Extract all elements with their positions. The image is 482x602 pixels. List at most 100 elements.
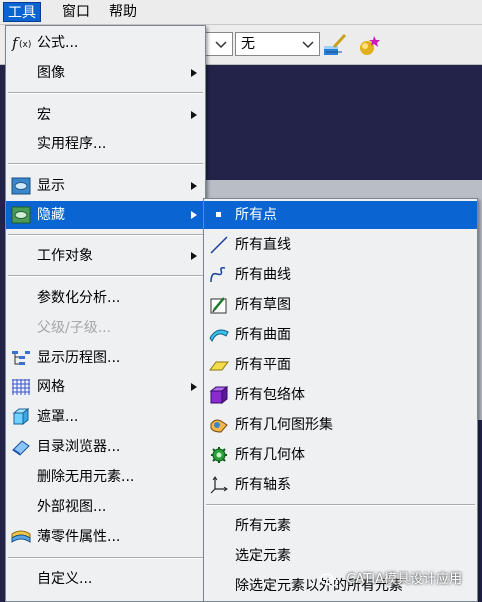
separator — [8, 92, 203, 94]
menu-tools[interactable]: 工具 — [3, 2, 41, 22]
submenu-arrow-icon — [191, 211, 197, 219]
submenu-item-label: 所有曲面 — [235, 327, 291, 343]
menu-item-label: 自定义... — [37, 571, 93, 587]
separator — [206, 504, 475, 506]
submenu-item-label: 所有平面 — [235, 357, 291, 373]
menu-item-image[interactable]: 图像 — [6, 59, 205, 87]
menu-item-macro[interactable]: 宏 — [6, 101, 205, 129]
menu-item-label: 参数化分析... — [37, 290, 121, 306]
menu-item-label: 图像 — [37, 65, 65, 81]
menu-item-catalog-browser[interactable]: 目录浏览器... — [6, 433, 205, 461]
menu-item-formula[interactable]: f (x) 公式... — [6, 29, 205, 57]
surface-icon — [209, 329, 229, 343]
menubar: 工具 窗口 帮助 — [0, 0, 482, 25]
menu-item-label: 外部视图... — [37, 499, 107, 515]
separator — [8, 275, 203, 277]
line-icon — [210, 236, 228, 254]
menu-item-label: 显示历程图... — [37, 350, 121, 366]
watermark: CATIA模具设计应用 — [320, 570, 462, 590]
menu-item-label: 删除无用元素... — [37, 469, 135, 485]
submenu-arrow-icon — [191, 182, 197, 190]
curve-icon — [210, 267, 226, 283]
submenu-item-label: 所有轴系 — [235, 477, 291, 493]
menu-item-mask[interactable]: 遮罩... — [6, 403, 205, 431]
menu-item-delete-unused[interactable]: 删除无用元素... — [6, 463, 205, 491]
submenu-item-all-lines[interactable]: 所有直线 — [204, 231, 477, 259]
menu-item-label: 工作对象 — [37, 248, 93, 264]
grid-icon — [12, 379, 30, 395]
brush-icon[interactable] — [322, 32, 348, 58]
book-icon — [12, 440, 30, 456]
menu-item-sheet-metal-props[interactable]: 薄零件属性... — [6, 523, 205, 551]
combo-value: 无 — [241, 36, 255, 52]
separator — [8, 163, 203, 165]
menu-item-external-view[interactable]: 外部视图... — [6, 493, 205, 521]
submenu-item-all-planes[interactable]: 所有平面 — [204, 351, 477, 379]
submenu-item-label: 所有元素 — [235, 518, 291, 534]
submenu-item-all-sketches[interactable]: 所有草图 — [204, 291, 477, 319]
menu-item-label: 网格 — [37, 379, 65, 395]
menu-item-label: 隐藏 — [37, 207, 65, 223]
show-icon — [11, 177, 31, 195]
hide-submenu: 所有点 所有直线 所有曲线 所有草图 所有曲面 所有平面 所有包络体 所有几何图… — [203, 198, 478, 602]
menu-item-grid[interactable]: 网格 — [6, 373, 205, 401]
sheet-metal-icon — [11, 530, 31, 543]
menu-help[interactable]: 帮助 — [105, 2, 141, 22]
separator — [8, 234, 203, 236]
cube-icon — [12, 408, 30, 426]
menu-item-label: 宏 — [37, 107, 51, 123]
svg-text:(x): (x) — [19, 40, 31, 50]
combo-left[interactable] — [203, 32, 233, 56]
axis-system-icon — [210, 476, 228, 494]
geometric-set-icon — [210, 419, 228, 433]
tools-menu: f (x) 公式... 图像 宏 实用程序... 显示 隐藏 工作对象 参数化分… — [5, 25, 206, 602]
history-tree-icon — [12, 351, 30, 365]
submenu-item-all-axis-systems[interactable]: 所有轴系 — [204, 471, 477, 499]
menu-item-label: 薄零件属性... — [37, 529, 121, 545]
separator — [8, 557, 203, 559]
menu-item-label: 父级/子级... — [37, 320, 112, 336]
submenu-item-all-points[interactable]: 所有点 — [204, 201, 477, 229]
submenu-item-all-surfaces[interactable]: 所有曲面 — [204, 321, 477, 349]
menu-item-show[interactable]: 显示 — [6, 172, 205, 200]
menu-item-work-object[interactable]: 工作对象 — [6, 242, 205, 270]
submenu-item-all-geometric-sets[interactable]: 所有几何图形集 — [204, 411, 477, 439]
chevron-down-icon — [302, 41, 314, 49]
plane-icon — [209, 361, 229, 371]
formula-icon: f (x) — [11, 34, 31, 52]
submenu-item-label: 选定元素 — [235, 548, 291, 564]
menu-item-parent-child[interactable]: 父级/子级... — [6, 314, 205, 342]
menu-item-label: 目录浏览器... — [37, 439, 121, 455]
menu-item-utility[interactable]: 实用程序... — [6, 130, 205, 158]
menu-item-parameterization-analysis[interactable]: 参数化分析... — [6, 284, 205, 312]
menu-item-label: 遮罩... — [37, 409, 79, 425]
hide-icon — [11, 206, 31, 224]
submenu-item-label: 所有曲线 — [235, 267, 291, 283]
submenu-arrow-icon — [191, 383, 197, 391]
menu-window[interactable]: 窗口 — [58, 2, 94, 22]
submenu-item-all-geometric-bodies[interactable]: 所有几何体 — [204, 441, 477, 469]
menu-item-show-history[interactable]: 显示历程图... — [6, 344, 205, 372]
combo-selector[interactable]: 无 — [235, 32, 320, 56]
submenu-arrow-icon — [191, 111, 197, 119]
menu-item-hide[interactable]: 隐藏 — [6, 201, 205, 229]
wechat-icon — [320, 572, 338, 587]
submenu-item-label: 所有几何图形集 — [235, 417, 333, 433]
submenu-item-label: 所有点 — [235, 207, 277, 223]
submenu-item-selected-elements[interactable]: 选定元素 — [204, 542, 477, 570]
submenu-item-label: 所有直线 — [235, 237, 291, 253]
submenu-item-all-curves[interactable]: 所有曲线 — [204, 261, 477, 289]
menu-item-label: 实用程序... — [37, 136, 107, 152]
menu-item-customize[interactable]: 自定义... — [6, 565, 205, 593]
submenu-item-all-bodies[interactable]: 所有包络体 — [204, 381, 477, 409]
sparkle-icon[interactable] — [356, 32, 382, 58]
menu-item-label: 显示 — [37, 178, 65, 194]
point-icon — [216, 212, 221, 217]
submenu-item-all-elements[interactable]: 所有元素 — [204, 512, 477, 540]
submenu-arrow-icon — [191, 69, 197, 77]
sketch-icon — [210, 297, 227, 314]
watermark-text: CATIA模具设计应用 — [346, 572, 462, 587]
submenu-item-label: 所有几何体 — [235, 447, 305, 463]
chevron-down-icon — [215, 41, 227, 49]
body-icon — [209, 386, 229, 404]
